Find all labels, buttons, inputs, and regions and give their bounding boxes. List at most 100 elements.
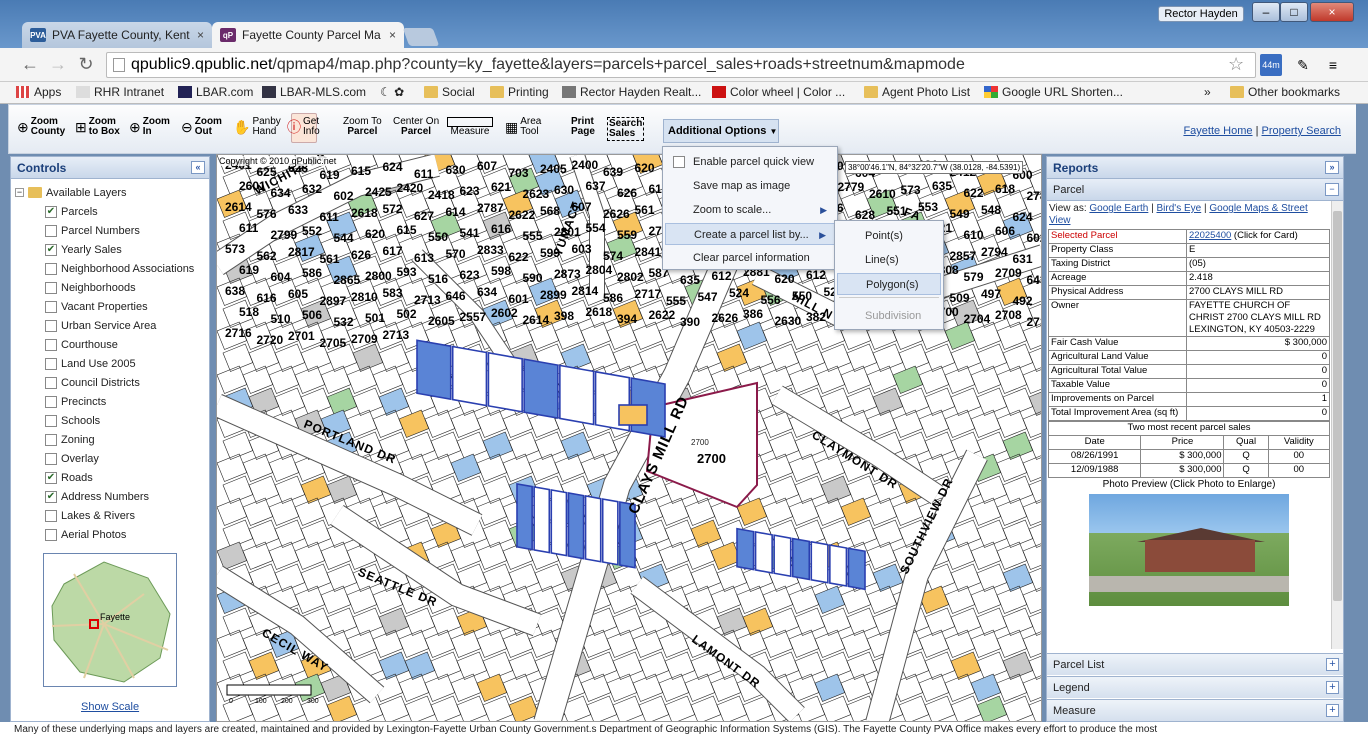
extension-tool-icon[interactable]: ✎ (1292, 54, 1314, 76)
layer-vacant-properties[interactable]: Vacant Properties (15, 297, 194, 316)
locator-map[interactable]: Fayette (43, 553, 177, 687)
bookmark-other[interactable]: Other bookmarks (1230, 85, 1340, 99)
layer-neighborhood-associations[interactable]: Neighborhood Associations (15, 259, 194, 278)
layer-checkbox[interactable] (45, 509, 57, 522)
expand-icon[interactable]: + (1326, 681, 1339, 694)
layer-land-use-2005[interactable]: Land Use 2005 (15, 354, 194, 373)
zoom-out-button[interactable]: ⊖ Zoom Out (181, 117, 222, 137)
bookmark-google-url[interactable]: Google URL Shorten... (984, 85, 1123, 99)
layer-checkbox[interactable] (45, 224, 57, 237)
layer-checkbox[interactable]: ✔ (45, 243, 57, 256)
menu-item-save-map-as-image[interactable]: Save map as image (665, 175, 835, 197)
bookmark-apps[interactable]: Apps (16, 85, 61, 99)
collapse-left-icon[interactable]: « (191, 161, 205, 174)
extension-badge-icon[interactable]: 44m (1260, 54, 1282, 76)
layer-schools[interactable]: Schools (15, 411, 194, 430)
collapse-right-icon[interactable]: » (1325, 161, 1339, 174)
bookmark-rector-hayden[interactable]: Rector Hayden Realt... (562, 85, 701, 99)
tree-collapse-icon[interactable]: − (15, 188, 24, 197)
zoom-county-button[interactable]: ⊕ Zoom County (17, 117, 65, 137)
layer-checkbox[interactable] (45, 262, 57, 275)
fayette-home-link[interactable]: Fayette Home (1183, 125, 1252, 137)
close-icon[interactable]: × (389, 28, 396, 42)
menu-item-zoom-to-scale[interactable]: Zoom to scale... ▶ (665, 199, 835, 221)
layer-precincts[interactable]: Precincts (15, 392, 194, 411)
report-scrollbar[interactable] (1331, 201, 1343, 649)
center-on-parcel-button[interactable]: Center On Parcel (393, 117, 439, 137)
menu-item-enable-parcel-quick-view[interactable]: Enable parcel quick view (665, 151, 835, 173)
expand-icon[interactable]: + (1326, 658, 1339, 671)
layer-parcels[interactable]: ✔ Parcels (15, 202, 194, 221)
maximize-icon[interactable]: □ (1280, 2, 1308, 22)
layer-checkbox[interactable] (45, 338, 57, 351)
print-page-button[interactable]: Print Page (571, 117, 595, 137)
expand-icon[interactable]: + (1326, 704, 1339, 717)
tab-pva[interactable]: PVA PVA Fayette County, Kent × (22, 22, 212, 48)
layer-checkbox[interactable] (45, 414, 57, 427)
layer-neighborhoods[interactable]: Neighborhoods (15, 278, 194, 297)
parcel-photo[interactable] (1089, 494, 1289, 606)
minimize-icon[interactable]: – (1252, 2, 1280, 22)
show-scale-link[interactable]: Show Scale (81, 701, 139, 713)
property-search-link[interactable]: Property Search (1262, 125, 1341, 137)
search-sales-button[interactable]: Search Sales (607, 117, 645, 141)
forward-icon[interactable]: → (46, 54, 70, 75)
layer-overlay[interactable]: Overlay (15, 449, 194, 468)
zoom-to-box-button[interactable]: ⊞ Zoom to Box (75, 117, 120, 137)
bookmark-agent-photo[interactable]: Agent Photo List (864, 85, 970, 99)
zoom-to-parcel-button[interactable]: Zoom To Parcel (343, 117, 382, 137)
collapse-icon[interactable]: − (1325, 183, 1339, 196)
window-close-icon[interactable]: × (1310, 2, 1354, 22)
layer-courthouse[interactable]: Courthouse (15, 335, 194, 354)
google-earth-link[interactable]: Google Earth (1089, 203, 1148, 214)
pan-hand-button[interactable]: ✋ Panby Hand (233, 117, 281, 137)
submenu-item-polygon-s[interactable]: Polygon(s) (837, 273, 941, 295)
layer-checkbox[interactable]: ✔ (45, 490, 57, 503)
parcel-section-header[interactable]: Parcel − (1047, 179, 1343, 201)
bookmark-color-wheel[interactable]: Color wheel | Color ... (712, 85, 845, 99)
menu-item-create-a-parcel-list-by[interactable]: Create a parcel list by... ▶ (665, 223, 835, 245)
measure-button[interactable]: Measure (447, 117, 493, 137)
layer-council-districts[interactable]: Council Districts (15, 373, 194, 392)
layer-checkbox[interactable] (45, 357, 57, 370)
additional-options-button[interactable]: Additional Options ▼ (663, 119, 779, 143)
layer-aerial-photos[interactable]: Aerial Photos (15, 525, 194, 544)
bookmark-icons-pair[interactable]: ☾ ✿ (380, 85, 404, 99)
layer-checkbox[interactable] (45, 281, 57, 294)
menu-item-clear-parcel-information[interactable]: Clear parcel information (665, 247, 835, 269)
quick-view-checkbox[interactable] (673, 156, 685, 168)
close-icon[interactable]: × (197, 28, 204, 42)
layer-checkbox[interactable]: ✔ (45, 205, 57, 218)
layer-checkbox[interactable]: ✔ (45, 471, 57, 484)
bookmark-printing[interactable]: Printing (490, 85, 549, 99)
reload-icon[interactable]: ↻ (74, 54, 98, 75)
layer-yearly-sales[interactable]: ✔ Yearly Sales (15, 240, 194, 259)
get-info-button[interactable]: ⓘ Get Info (287, 117, 320, 137)
bookmark-lbar-mls[interactable]: LBAR-MLS.com (262, 85, 366, 99)
tab-parcel-map[interactable]: qP Fayette County Parcel Ma × (212, 22, 404, 48)
new-tab-button[interactable] (402, 28, 440, 46)
layer-checkbox[interactable] (45, 395, 57, 408)
birds-eye-link[interactable]: Bird's Eye (1157, 203, 1202, 214)
submenu-item-point-s[interactable]: Point(s) (837, 225, 941, 247)
zoom-in-button[interactable]: ⊕ Zoom In (129, 117, 170, 137)
bookmark-lbar[interactable]: LBAR.com (178, 85, 253, 99)
bookmark-rhr-intranet[interactable]: RHR Intranet (76, 85, 164, 99)
layer-root[interactable]: − Available Layers (15, 183, 194, 202)
layer-lakes-rivers[interactable]: Lakes & Rivers (15, 506, 194, 525)
measure-section[interactable]: Measure + (1047, 699, 1343, 721)
scrollbar-thumb[interactable] (1333, 211, 1342, 601)
layer-checkbox[interactable] (45, 433, 57, 446)
layer-checkbox[interactable] (45, 300, 57, 313)
layer-parcel-numbers[interactable]: Parcel Numbers (15, 221, 194, 240)
user-profile-button[interactable]: Rector Hayden (1158, 6, 1244, 22)
legend-section[interactable]: Legend + (1047, 676, 1343, 698)
bookmark-star-icon[interactable]: ☆ (1228, 54, 1244, 75)
layer-checkbox[interactable] (45, 319, 57, 332)
bookmark-social[interactable]: Social (424, 85, 475, 99)
row-value[interactable]: 22025400 (Click for Card) (1186, 229, 1330, 244)
address-bar[interactable]: qpublic9.qpublic.net/qpmap4/map.php?coun… (106, 52, 1256, 78)
parcel-card-link[interactable]: 22025400 (1189, 230, 1231, 241)
layer-zoning[interactable]: Zoning (15, 430, 194, 449)
menu-icon[interactable]: ≡ (1322, 54, 1344, 76)
